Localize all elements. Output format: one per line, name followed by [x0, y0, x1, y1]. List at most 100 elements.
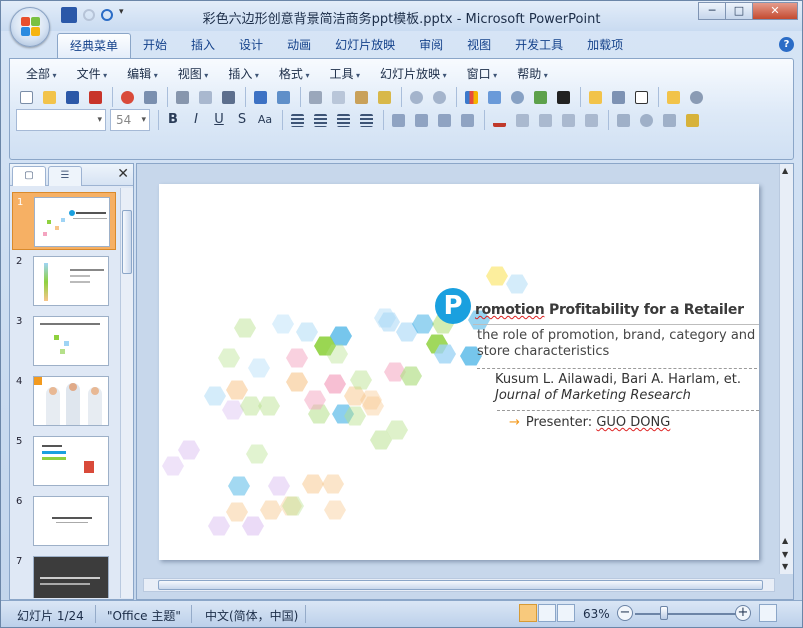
open-folder-icon-2[interactable]: [663, 87, 683, 107]
maximize-button[interactable]: □: [725, 2, 753, 20]
menu-all[interactable]: 全部: [18, 65, 65, 83]
zoom-slider-thumb[interactable]: [660, 606, 668, 620]
justify-icon[interactable]: [356, 110, 376, 130]
insert-chart-icon[interactable]: [461, 87, 481, 107]
thumbnails-scrollbar[interactable]: [120, 188, 133, 598]
save-as-pdf-icon[interactable]: [85, 87, 105, 107]
cut-icon[interactable]: [305, 87, 325, 107]
menu-view[interactable]: 视图: [170, 65, 217, 83]
scrollbar-thumb[interactable]: [158, 580, 763, 590]
next-slide-icon[interactable]: ▼: [782, 550, 788, 559]
character-spacing-button[interactable]: Aa: [255, 110, 275, 130]
copy-icon[interactable]: [328, 87, 348, 107]
font-size-select[interactable]: 54: [110, 109, 150, 131]
shape-fill-icon[interactable]: [682, 110, 702, 130]
undo-icon[interactable]: [406, 87, 426, 107]
insert-clipart-icon[interactable]: [507, 87, 527, 107]
bold-button[interactable]: B: [163, 110, 183, 130]
menu-tools[interactable]: 工具: [321, 65, 368, 83]
line-spacing-icon[interactable]: [411, 110, 431, 130]
scroll-down-icon[interactable]: ▼: [782, 562, 788, 571]
slide-thumbnail-7[interactable]: 7: [12, 552, 116, 598]
textbox-icon[interactable]: [631, 87, 651, 107]
slide-thumbnail-5[interactable]: 5: [12, 432, 116, 490]
tab-insert[interactable]: 插入: [179, 33, 227, 59]
attach-icon[interactable]: [140, 87, 160, 107]
scrollbar-thumb[interactable]: [122, 210, 132, 274]
paste-icon[interactable]: [351, 87, 371, 107]
spelling-icon[interactable]: [250, 87, 270, 107]
tab-design[interactable]: 设计: [227, 33, 275, 59]
open-folder-icon[interactable]: [39, 87, 59, 107]
increase-indent-icon[interactable]: [581, 110, 601, 130]
slide-subtitle[interactable]: the role of promotion, brand, category a…: [477, 328, 757, 360]
insert-table-icon[interactable]: [484, 87, 504, 107]
font-color-icon[interactable]: [489, 110, 509, 130]
tab-classic-menu[interactable]: 经典菜单: [57, 33, 132, 59]
menu-format[interactable]: 格式: [271, 65, 318, 83]
editor-vertical-scrollbar[interactable]: ▲ ▲ ▼ ▼: [779, 164, 793, 574]
italic-button[interactable]: I: [186, 110, 206, 130]
research-icon[interactable]: [273, 87, 293, 107]
office-button[interactable]: [10, 7, 50, 47]
slide-thumbnail-3[interactable]: 3: [12, 312, 116, 370]
print-icon[interactable]: [172, 87, 192, 107]
zoom-level[interactable]: 63%: [583, 607, 610, 621]
tab-outline[interactable]: ☰: [48, 166, 82, 186]
new-file-icon[interactable]: [16, 87, 36, 107]
new-slide-icon[interactable]: [585, 87, 605, 107]
menu-insert[interactable]: 插入: [220, 65, 267, 83]
text-direction-icon[interactable]: [388, 110, 408, 130]
previous-slide-icon[interactable]: ▲: [782, 536, 788, 545]
zoom-slider[interactable]: [635, 613, 737, 615]
grow-font-icon[interactable]: [512, 110, 532, 130]
tab-developer[interactable]: 开发工具: [503, 33, 575, 59]
menu-slide-show[interactable]: 幻灯片放映: [372, 65, 455, 83]
format-painter-icon[interactable]: [374, 87, 394, 107]
redo-icon[interactable]: [429, 87, 449, 107]
permission-icon[interactable]: [117, 87, 137, 107]
language-indicator[interactable]: 中文(简体，中国): [205, 607, 298, 624]
menu-help[interactable]: 帮助: [509, 65, 556, 83]
quick-styles-icon[interactable]: [659, 110, 679, 130]
shrink-font-icon[interactable]: [535, 110, 555, 130]
close-button[interactable]: ✕: [752, 2, 798, 20]
slide-sorter-view-button[interactable]: [538, 604, 556, 622]
normal-view-button[interactable]: [519, 604, 537, 622]
quick-print-icon[interactable]: [218, 87, 238, 107]
decrease-indent-icon[interactable]: [558, 110, 578, 130]
align-right-icon[interactable]: [333, 110, 353, 130]
font-name-select[interactable]: [16, 109, 106, 131]
authors-text[interactable]: Kusum L. Ailawadi, Bari A. Harlam, et.: [495, 372, 741, 387]
print-preview-icon[interactable]: [195, 87, 215, 107]
zoom-out-button[interactable]: −: [617, 605, 633, 621]
menu-file[interactable]: 文件: [69, 65, 116, 83]
shapes-icon[interactable]: [636, 110, 656, 130]
scroll-up-icon[interactable]: ▲: [782, 166, 788, 175]
slide-thumbnail-2[interactable]: 2: [12, 252, 116, 310]
underline-button[interactable]: U: [209, 110, 229, 130]
menu-window[interactable]: 窗口: [459, 65, 506, 83]
align-center-icon[interactable]: [310, 110, 330, 130]
theme-name[interactable]: "Office 主题": [107, 607, 181, 624]
help-icon[interactable]: ?: [779, 37, 794, 52]
presenter-line[interactable]: → Presenter: GUO DONG: [509, 415, 670, 430]
tab-add-ins[interactable]: 加载项: [575, 33, 635, 59]
arrange-icon[interactable]: [613, 110, 633, 130]
slide-title[interactable]: P romotion Profitability for a Retailer: [435, 288, 759, 332]
journal-text[interactable]: Journal of Marketing Research: [495, 388, 691, 403]
insert-picture-icon[interactable]: [530, 87, 550, 107]
menu-edit[interactable]: 编辑: [119, 65, 166, 83]
tab-animations[interactable]: 动画: [275, 33, 323, 59]
tab-view[interactable]: 视图: [455, 33, 503, 59]
numbering-icon[interactable]: [434, 110, 454, 130]
color-scheme-icon[interactable]: [553, 87, 573, 107]
tab-review[interactable]: 审阅: [407, 33, 455, 59]
layout-icon[interactable]: [608, 87, 628, 107]
slide-canvas[interactable]: P romotion Profitability for a Retailer …: [159, 184, 759, 560]
tab-home[interactable]: 开始: [131, 33, 179, 59]
zoom-in-button[interactable]: +: [735, 605, 751, 621]
align-left-icon[interactable]: [287, 110, 307, 130]
slide-thumbnail-6[interactable]: 6: [12, 492, 116, 550]
slide-thumbnail-1[interactable]: 1: [12, 192, 116, 250]
